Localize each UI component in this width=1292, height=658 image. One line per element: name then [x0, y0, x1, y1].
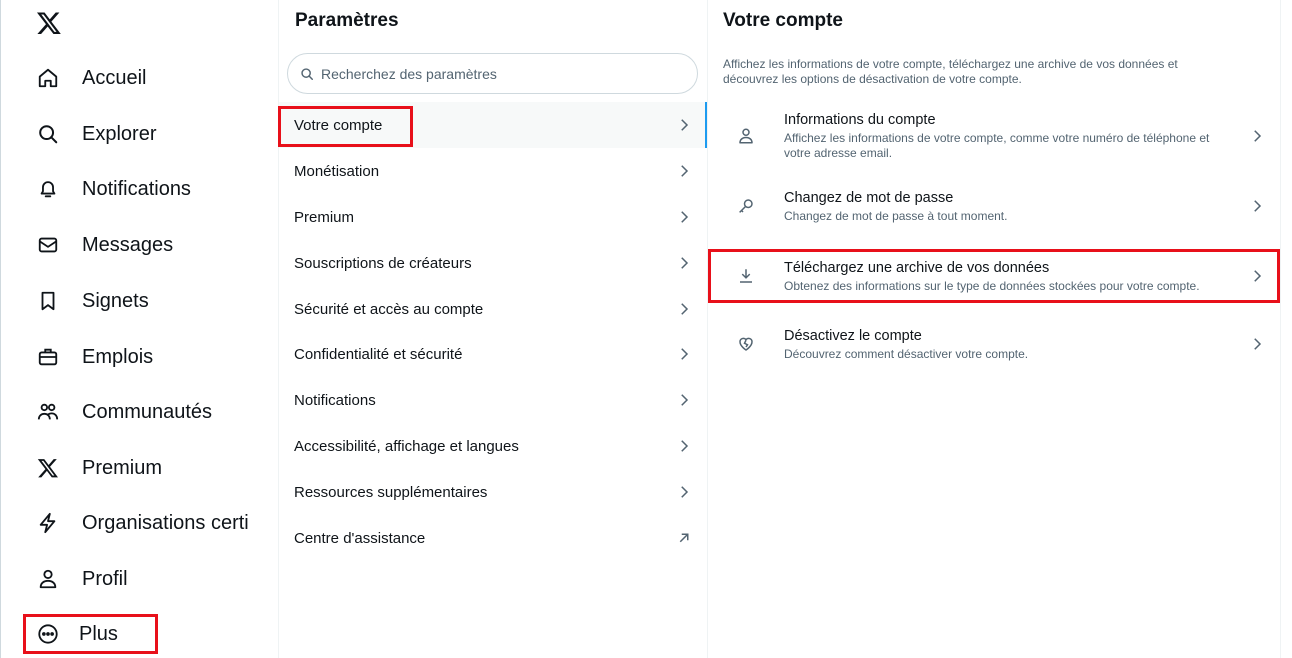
bell-icon	[35, 176, 61, 202]
account-item-title: Informations du compte	[784, 112, 936, 128]
settings-title: Paramètres	[295, 10, 399, 31]
account-item-title: Téléchargez une archive de vos données	[784, 260, 1050, 276]
chevron-right-icon	[681, 348, 689, 360]
settings-item-monetisation[interactable]: Monétisation	[279, 148, 707, 194]
nav-item-accueil[interactable]: Accueil	[23, 55, 146, 101]
nav-label: Signets	[82, 289, 149, 312]
account-item-title: Changez de mot de passe	[784, 190, 954, 206]
chevron-right-icon	[1254, 338, 1262, 350]
home-icon	[35, 65, 61, 91]
chevron-right-icon	[681, 486, 689, 498]
settings-item-premium[interactable]: Premium	[279, 194, 707, 240]
settings-column: Paramètres Votre compte Monétisation Pre…	[278, 0, 708, 658]
search-icon	[35, 121, 61, 147]
settings-item-label: Ressources supplémentaires	[294, 483, 488, 501]
app-root: Accueil Explorer Notifications Messages	[0, 0, 1292, 658]
account-title: Votre compte	[723, 10, 844, 31]
nav-item-profil[interactable]: Profil	[23, 556, 128, 602]
settings-item-label: Accessibilité, affichage et langues	[294, 437, 519, 455]
account-item-subtitle: Découvrez comment désactiver votre compt…	[784, 347, 1029, 361]
account-item-telecharger-archive[interactable]: Téléchargez une archive de vos données O…	[708, 249, 1280, 303]
settings-item-souscriptions[interactable]: Souscriptions de créateurs	[279, 240, 707, 286]
nav-item-messages[interactable]: Messages	[23, 222, 173, 268]
account-item-informations[interactable]: Informations du compte Affichez les info…	[708, 102, 1280, 172]
nav-item-emplois[interactable]: Emplois	[23, 334, 153, 380]
bookmark-icon	[35, 288, 61, 314]
settings-item-label: Premium	[294, 208, 355, 226]
nav-label: Profil	[82, 567, 128, 590]
settings-search-input[interactable]	[321, 65, 681, 82]
nav-item-plus[interactable]: Plus	[23, 614, 158, 654]
chevron-right-icon	[681, 394, 689, 406]
account-item-mot-de-passe[interactable]: Changez de mot de passe Changez de mot d…	[708, 180, 1280, 234]
nav-label: Communautés	[82, 400, 213, 423]
chevron-right-icon	[1254, 270, 1262, 282]
settings-item-securite-acces[interactable]: Sécurité et accès au compte	[279, 286, 707, 332]
broken-heart-icon	[739, 337, 753, 351]
briefcase-icon	[35, 344, 61, 370]
nav-label: Premium	[82, 456, 163, 479]
settings-item-label: Centre d'assistance	[294, 529, 426, 547]
download-icon	[740, 269, 752, 283]
nav-item-organisations[interactable]: Organisations certi	[23, 500, 249, 546]
chevron-right-icon	[681, 303, 689, 315]
chevron-right-icon	[1254, 200, 1262, 212]
x-logo-icon	[35, 455, 61, 481]
settings-item-notifications[interactable]: Notifications	[279, 377, 707, 423]
account-description: Affichez les informations de votre compt…	[723, 57, 1178, 86]
settings-item-centre-assistance[interactable]: Centre d'assistance	[279, 515, 707, 561]
chevron-right-icon	[1254, 130, 1262, 142]
nav-label: Messages	[82, 233, 174, 256]
person-icon	[739, 128, 753, 144]
account-item-desactiver[interactable]: Désactivez le compte Découvrez comment d…	[708, 318, 1280, 372]
nav-item-explorer[interactable]: Explorer	[23, 111, 156, 157]
nav-label: Notifications	[82, 177, 191, 200]
search-icon	[300, 66, 316, 82]
nav-label: Organisations certi	[82, 511, 249, 534]
settings-item-label: Monétisation	[294, 162, 380, 180]
settings-item-confidentialite[interactable]: Confidentialité et sécurité	[279, 331, 707, 377]
chevron-right-icon	[681, 165, 689, 177]
people-icon	[35, 399, 61, 425]
account-item-subtitle: Changez de mot de passe à tout moment.	[784, 209, 1008, 223]
settings-item-label: Notifications	[294, 391, 376, 409]
person-icon	[35, 566, 61, 592]
nav-label: Accueil	[82, 66, 147, 89]
account-item-title: Désactivez le compte	[784, 328, 922, 344]
envelope-icon	[35, 232, 61, 258]
nav-label: Emplois	[82, 345, 154, 368]
more-circle-icon	[35, 621, 61, 647]
nav-label: Explorer	[82, 122, 157, 145]
nav-item-signets[interactable]: Signets	[23, 278, 149, 324]
nav-item-communautes[interactable]: Communautés	[23, 389, 212, 435]
chevron-right-icon	[681, 211, 689, 223]
settings-item-label: Souscriptions de créateurs	[294, 254, 472, 272]
nav-item-premium[interactable]: Premium	[23, 445, 162, 491]
chevron-right-icon	[681, 440, 689, 452]
settings-search[interactable]	[287, 53, 698, 94]
account-item-subtitle: Obtenez des informations sur le type de …	[784, 279, 1200, 293]
chevron-right-icon	[681, 257, 689, 269]
external-arrow-icon	[679, 533, 689, 543]
settings-item-accessibilite[interactable]: Accessibilité, affichage et langues	[279, 423, 707, 469]
chevron-right-icon	[681, 119, 689, 131]
nav-item-notifications[interactable]: Notifications	[23, 166, 191, 212]
settings-item-label: Sécurité et accès au compte	[294, 300, 484, 318]
key-icon	[739, 199, 753, 213]
settings-item-ressources[interactable]: Ressources supplémentaires	[279, 469, 707, 515]
x-logo-icon[interactable]	[36, 10, 62, 36]
lightning-icon	[35, 510, 61, 536]
account-column: Votre compte Affichez les informations d…	[708, 0, 1281, 658]
account-item-subtitle: Affichez les informations de votre compt…	[784, 131, 1210, 160]
primary-nav: Accueil Explorer Notifications Messages	[0, 0, 279, 658]
highlight-box-votre-compte	[278, 106, 413, 147]
settings-item-label: Confidentialité et sécurité	[294, 345, 463, 363]
nav-label: Plus	[79, 622, 118, 645]
